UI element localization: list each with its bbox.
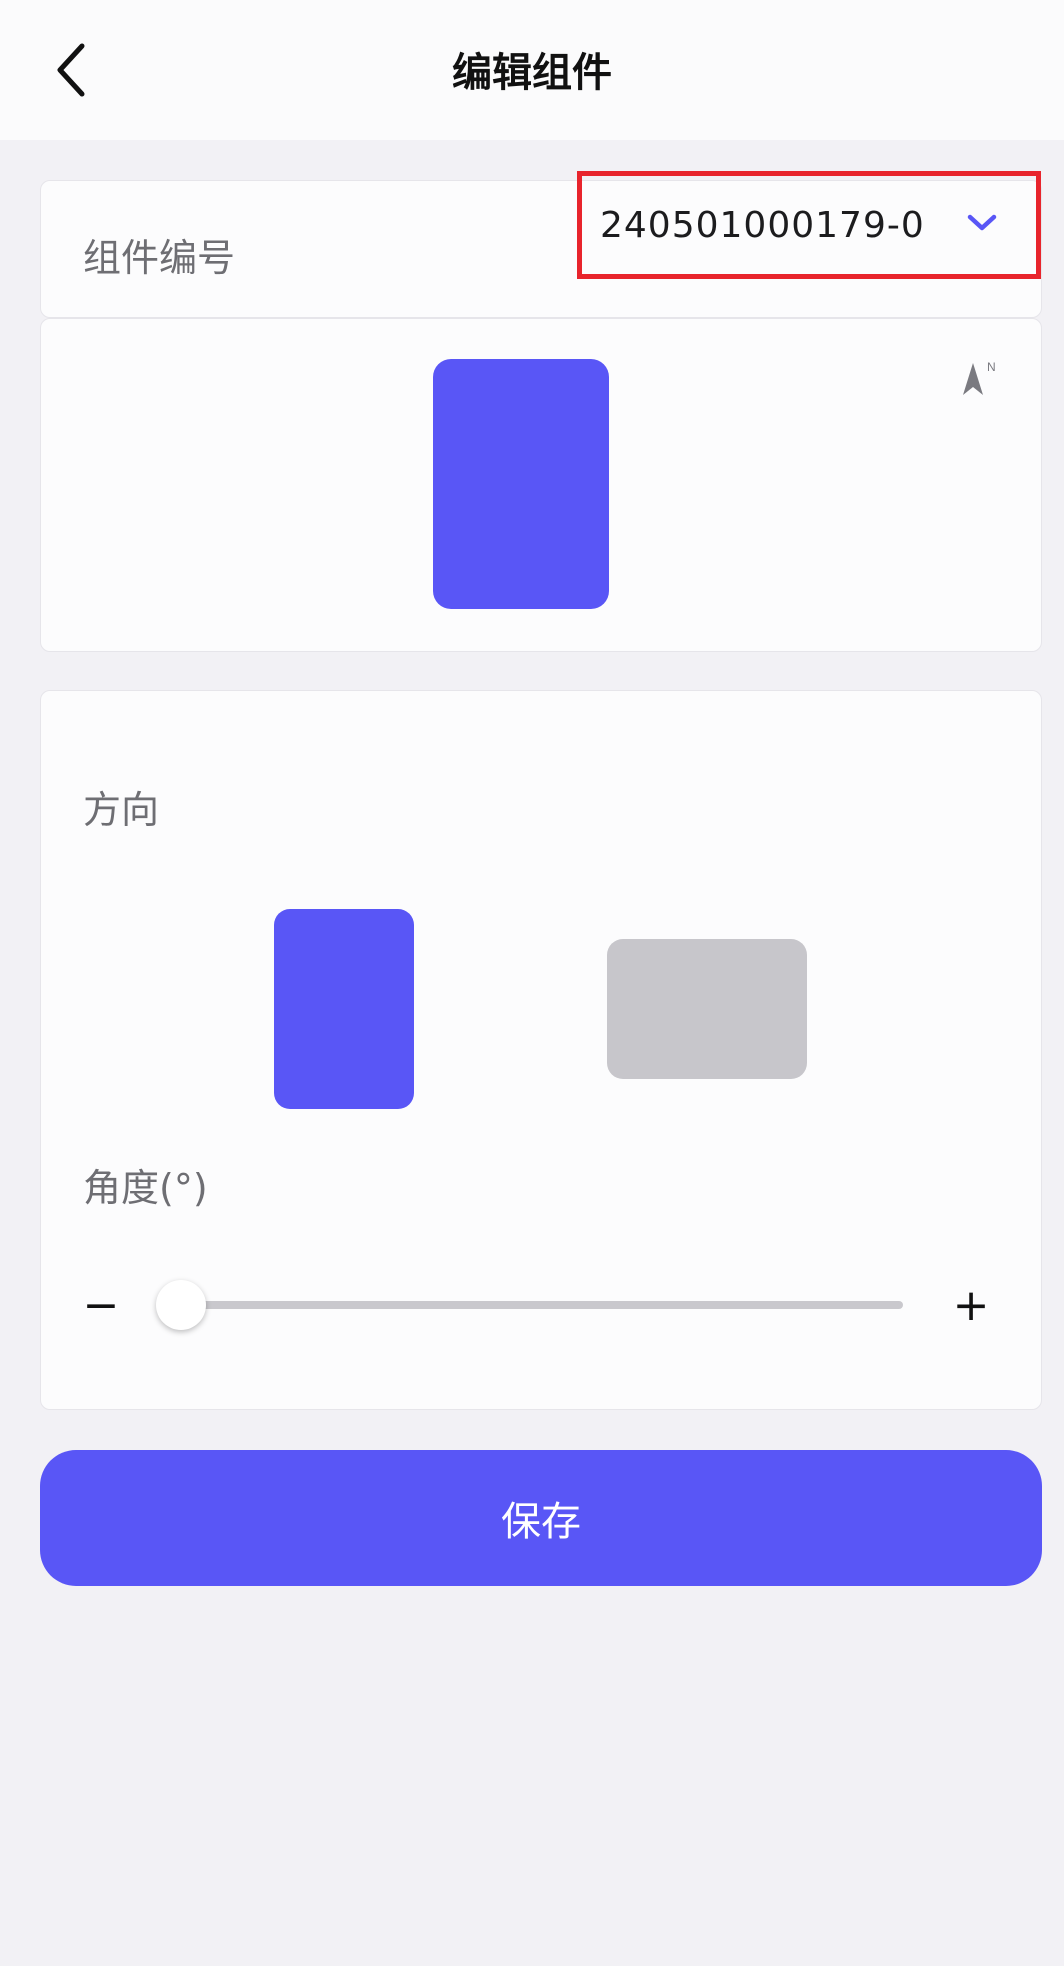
orientation-portrait-option[interactable]	[274, 909, 414, 1109]
plus-icon: +	[952, 1279, 990, 1331]
minus-icon: −	[82, 1279, 120, 1331]
page-title: 编辑组件	[452, 50, 612, 96]
compass-letter: N	[987, 360, 996, 374]
angle-slider-track[interactable]	[181, 1301, 903, 1309]
component-preview-card: N	[40, 318, 1042, 652]
angle-slider-thumb[interactable]	[156, 1280, 206, 1330]
angle-decrease-button[interactable]: −	[71, 1275, 131, 1335]
component-id-dropdown[interactable]: 240501000179-0	[577, 171, 1041, 279]
component-id-label: 组件编号	[83, 236, 236, 280]
angle-increase-button[interactable]: +	[941, 1275, 1001, 1335]
preview-panel	[433, 359, 609, 609]
component-id-card: 组件编号 240501000179-0	[40, 171, 1042, 318]
chevron-down-icon	[967, 214, 997, 231]
component-id-value: 240501000179-0	[600, 204, 925, 246]
nav-bar: 编辑组件	[0, 0, 1064, 140]
orientation-card: 方向 角度(°) − +	[40, 690, 1042, 1410]
save-button[interactable]: 保存	[40, 1450, 1042, 1586]
direction-label: 方向	[83, 788, 160, 832]
north-arrow-icon: N	[963, 360, 996, 395]
orientation-landscape-option[interactable]	[607, 939, 807, 1079]
angle-label: 角度(°)	[83, 1166, 208, 1210]
